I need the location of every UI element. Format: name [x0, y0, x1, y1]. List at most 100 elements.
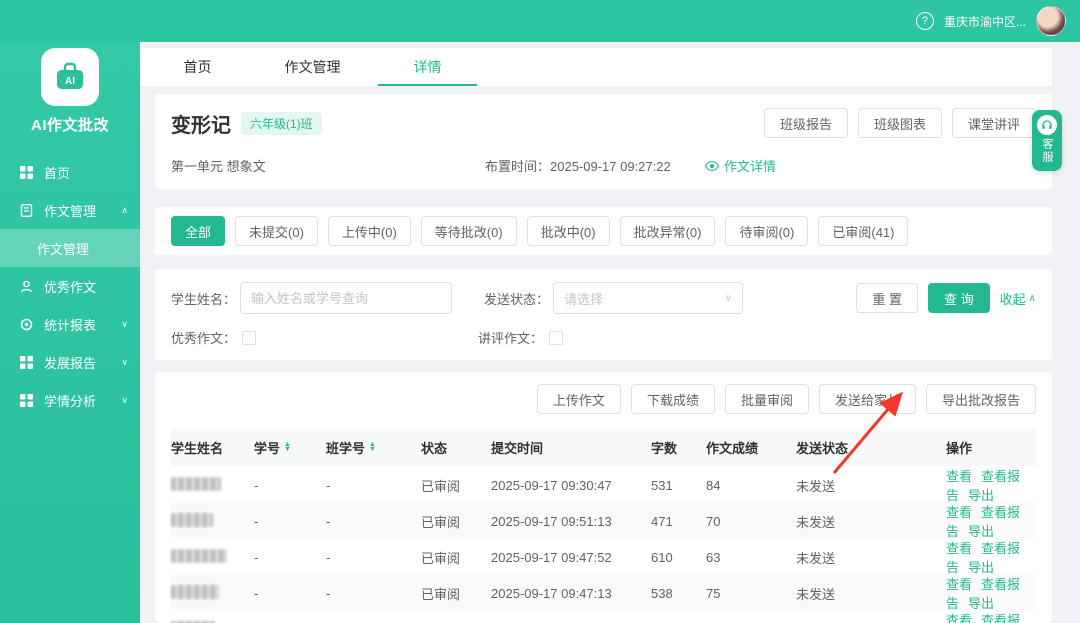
essay-detail-link[interactable]: 作文详情 — [705, 156, 776, 175]
header-score: 作文成绩 — [706, 438, 796, 457]
status-tab-correcting[interactable]: 批改中(0) — [527, 216, 610, 246]
export-link[interactable]: 导出 — [968, 560, 994, 575]
assign-time: 布置时间：2025-09-17 09:27:22 — [485, 156, 705, 175]
class-chart-button[interactable]: 班级图表 — [858, 108, 942, 138]
person-icon — [20, 280, 35, 293]
table-row: - - 已审阅 2025-09-17 09:30:47 531 84 未发送 查… — [171, 466, 1036, 502]
collapse-toggle[interactable]: 收起 ∧ — [1000, 289, 1036, 308]
excellent-essay-label: 优秀作文： — [171, 328, 236, 347]
send-to-parents-button[interactable]: 发送给家长 — [819, 384, 916, 414]
grid-icon — [20, 356, 35, 369]
view-link[interactable]: 查看 — [946, 613, 972, 623]
download-scores-button[interactable]: 下载成绩 — [631, 384, 715, 414]
status-tab-not-submitted[interactable]: 未提交(0) — [235, 216, 318, 246]
review-essay-label: 讲评作文： — [478, 328, 543, 347]
status-tab-all[interactable]: 全部 — [171, 216, 225, 246]
header-student-name: 学生姓名 — [171, 438, 254, 457]
classroom-review-button[interactable]: 课堂讲评 — [952, 108, 1036, 138]
sidebar-item-home[interactable]: 首页 — [0, 153, 140, 191]
chevron-down-icon: ∨ — [121, 319, 128, 330]
excellent-essay-checkbox[interactable] — [242, 331, 256, 345]
upload-essay-button[interactable]: 上传作文 — [537, 384, 621, 414]
student-name-redacted — [171, 513, 213, 527]
help-icon[interactable]: ? — [916, 12, 934, 30]
student-name-input[interactable] — [240, 282, 452, 314]
chevron-down-icon: ∨ — [121, 357, 128, 368]
sidebar-item-essay-management[interactable]: 作文管理 ∧ — [0, 191, 140, 229]
export-link[interactable]: 导出 — [968, 488, 994, 503]
sidebar-subitem-label: 作文管理 — [37, 239, 89, 258]
user-avatar[interactable] — [1036, 6, 1066, 36]
status-tab-correction-error[interactable]: 批改异常(0) — [620, 216, 716, 246]
svg-text:AI: AI — [65, 76, 75, 87]
app-title: AI作文批改 — [0, 114, 140, 135]
student-name-redacted — [171, 477, 221, 491]
tabbar: 首页 作文管理 详情 — [140, 48, 1052, 86]
tab-essay-management[interactable]: 作文管理 — [255, 48, 370, 86]
export-correction-report-button[interactable]: 导出批改报告 — [926, 384, 1036, 414]
sidebar-item-label: 首页 — [44, 163, 70, 182]
status-tab-pending-review[interactable]: 待审阅(0) — [725, 216, 808, 246]
batch-review-button[interactable]: 批量审阅 — [725, 384, 809, 414]
student-name-redacted — [171, 585, 219, 599]
header-student-no: 学号▲▼ — [254, 438, 326, 457]
sidebar-subitem-essay-management[interactable]: 作文管理 — [0, 229, 140, 267]
tab-detail[interactable]: 详情 — [370, 48, 485, 86]
status-tab-waiting-correction[interactable]: 等待批改(0) — [421, 216, 517, 246]
sidebar-item-label: 优秀作文 — [44, 277, 96, 296]
main-content: 首页 作文管理 详情 变形记 六年级(1)班 班级报告 班级图表 课堂讲评 第一… — [140, 42, 1080, 623]
chevron-down-icon: ∨ — [121, 395, 128, 406]
class-badge: 六年级(1)班 — [241, 112, 322, 135]
send-status-label: 发送状态： — [484, 289, 549, 308]
table-header: 学生姓名 学号▲▼ 班学号▲▼ 状态 提交时间 字数 作文成绩 发送状态 操作 — [171, 428, 1036, 466]
app-logo: AI — [41, 48, 99, 106]
status-tab-uploading[interactable]: 上传中(0) — [328, 216, 411, 246]
status-tab-reviewed[interactable]: 已审阅(41) — [818, 216, 908, 246]
class-report-button[interactable]: 班级报告 — [764, 108, 848, 138]
document-icon — [20, 204, 35, 217]
essay-title: 变形记 — [171, 109, 231, 138]
view-link[interactable]: 查看 — [946, 577, 972, 592]
student-name-redacted — [171, 549, 227, 563]
sidebar-item-statistics-reports[interactable]: 统计报表 ∨ — [0, 305, 140, 343]
reset-button[interactable]: 重 置 — [856, 283, 918, 313]
export-link[interactable]: 导出 — [968, 596, 994, 611]
sidebar-item-label: 作文管理 — [44, 201, 96, 220]
chevron-down-icon: ∨ — [725, 293, 732, 304]
header-word-count: 字数 — [651, 438, 706, 457]
results-table-card: 上传作文 下载成绩 批量审阅 发送给家长 导出批改报告 学生姓名 学号▲▼ 班学… — [155, 372, 1052, 623]
sidebar-item-label: 学情分析 — [44, 391, 96, 410]
eye-icon — [705, 161, 719, 171]
table-row: - - 已审阅 2025-09-17 09:47:52 610 63 未发送 查… — [171, 538, 1036, 574]
table-row: - - 已审阅 2025-09-17 09:47:13 538 75 未发送 查… — [171, 574, 1036, 610]
grid-icon — [20, 394, 35, 407]
send-status-select[interactable]: 请选择 ∨ — [553, 282, 743, 314]
headset-icon — [1037, 115, 1057, 135]
app-window: ? 重庆市渝中区... AI AI作文批改 首页 — [0, 0, 1080, 623]
topbar: ? 重庆市渝中区... — [0, 0, 1080, 42]
chevron-up-icon: ∧ — [121, 205, 128, 216]
header-status: 状态 — [421, 438, 491, 457]
region-selector[interactable]: 重庆市渝中区... — [944, 13, 1026, 30]
sort-icons[interactable]: ▲▼ — [369, 442, 376, 452]
header-actions: 操作 — [946, 438, 1036, 457]
view-link[interactable]: 查看 — [946, 505, 972, 520]
customer-service-button[interactable]: 客服 — [1032, 110, 1062, 171]
export-link[interactable]: 导出 — [968, 524, 994, 539]
target-icon — [20, 318, 35, 331]
student-name-label: 学生姓名： — [171, 289, 236, 308]
sidebar-item-development-reports[interactable]: 发展报告 ∨ — [0, 343, 140, 381]
header-submit-time: 提交时间 — [491, 438, 651, 457]
sidebar-item-excellent-essays[interactable]: 优秀作文 — [0, 267, 140, 305]
tab-home[interactable]: 首页 — [140, 48, 255, 86]
review-essay-checkbox[interactable] — [549, 331, 563, 345]
filter-card: 学生姓名： 发送状态： 请选择 ∨ 重 置 查 询 收起 ∧ — [155, 269, 1052, 360]
header-send-status: 发送状态 — [796, 438, 946, 457]
essay-unit: 第一单元 想象文 — [171, 156, 485, 175]
sidebar-item-learning-analysis[interactable]: 学情分析 ∨ — [0, 381, 140, 419]
view-link[interactable]: 查看 — [946, 469, 972, 484]
search-button[interactable]: 查 询 — [928, 283, 990, 313]
view-link[interactable]: 查看 — [946, 541, 972, 556]
table-row: - - 已审阅 2025-09-17 09:35:35 285 20 未发送 查… — [171, 610, 1036, 623]
sort-icons[interactable]: ▲▼ — [284, 442, 291, 452]
